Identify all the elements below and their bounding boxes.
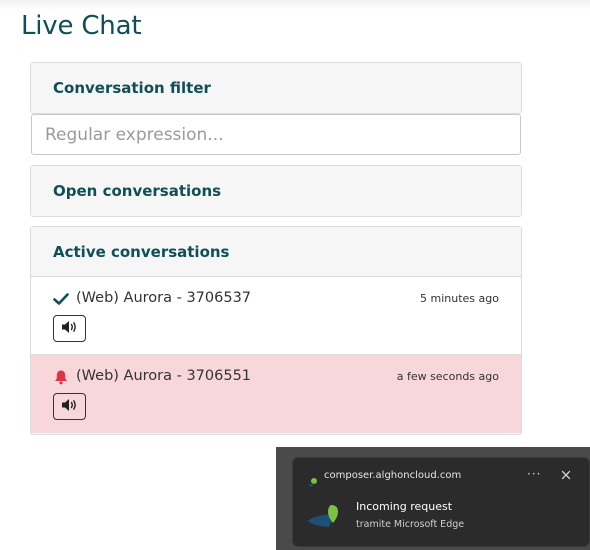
conversation-name: (Web) Aurora - 3706551 — [76, 368, 252, 384]
active-conversations-panel: Active conversations (Web) Aurora - 3706… — [30, 226, 522, 435]
conversation-filter-panel: Conversation filter — [30, 62, 522, 114]
sound-toggle-button[interactable] — [53, 393, 86, 420]
conversation-name: (Web) Aurora - 3706537 — [76, 290, 252, 306]
site-favicon-icon — [308, 472, 318, 487]
notification-origin: composer.alghoncloud.com — [324, 470, 462, 481]
more-options-icon[interactable]: ··· — [527, 467, 541, 481]
checkmark-icon — [53, 291, 69, 307]
conversation-time: a few seconds ago — [396, 370, 499, 383]
close-icon[interactable] — [559, 467, 573, 481]
active-conversations-header[interactable]: Active conversations — [31, 227, 521, 277]
conversation-row[interactable]: (Web) Aurora - 3706551 a few seconds ago — [31, 355, 521, 433]
bell-icon — [53, 369, 69, 385]
conversation-row[interactable]: (Web) Aurora - 3706537 5 minutes ago — [31, 277, 521, 355]
speaker-icon — [61, 398, 79, 415]
browser-notification[interactable]: composer.alghoncloud.com ··· Incoming re… — [292, 457, 590, 547]
notification-subtitle: tramite Microsoft Edge — [356, 519, 465, 530]
conversation-time: 5 minutes ago — [420, 292, 499, 305]
open-conversations-header[interactable]: Open conversations — [31, 166, 521, 216]
open-conversations-panel: Open conversations — [30, 165, 522, 217]
notification-title: Incoming request — [356, 500, 453, 513]
regex-filter-input[interactable] — [31, 114, 521, 155]
sound-toggle-button[interactable] — [53, 315, 86, 342]
app-logo-icon — [305, 501, 345, 529]
speaker-icon — [61, 320, 79, 337]
top-shade — [0, 0, 590, 10]
page-title: Live Chat — [21, 11, 142, 41]
conversation-filter-header[interactable]: Conversation filter — [31, 63, 521, 113]
